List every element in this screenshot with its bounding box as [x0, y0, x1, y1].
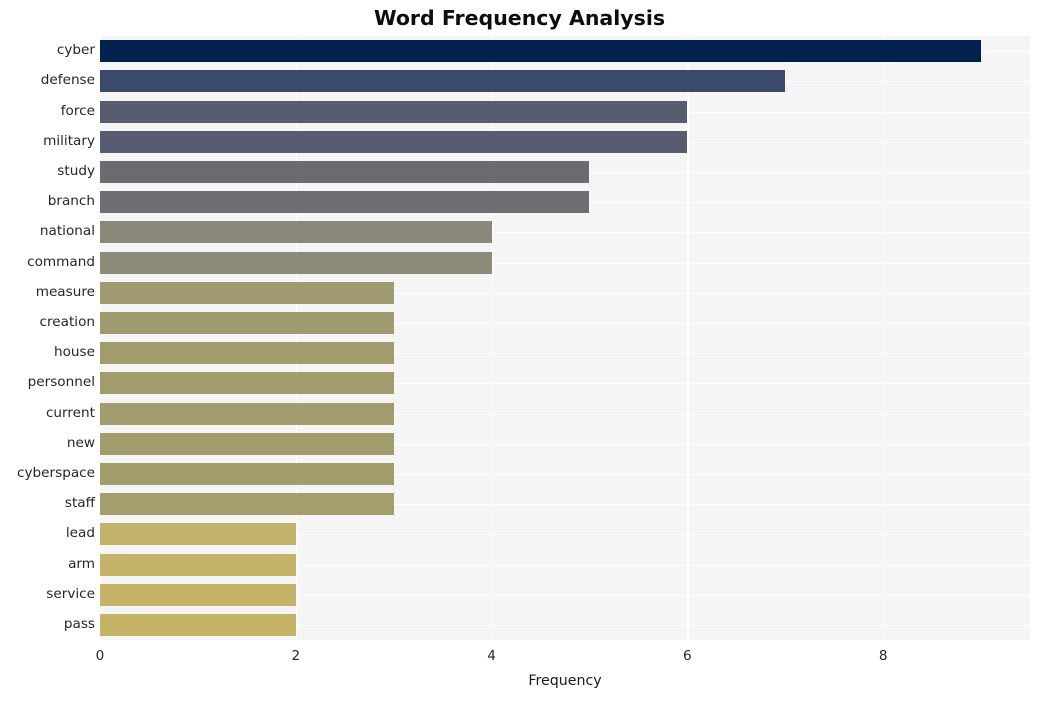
- y-tick-label-house: house: [54, 344, 95, 361]
- bar-house[interactable]: [100, 342, 394, 365]
- bar-creation[interactable]: [100, 311, 394, 334]
- bar-lead[interactable]: [100, 523, 296, 546]
- y-tick-label-creation: creation: [39, 313, 96, 330]
- x-tick-label-4: 4: [487, 648, 496, 664]
- plot-area: [100, 36, 1030, 640]
- chart-title: Word Frequency Analysis: [373, 6, 666, 30]
- y-tick-label-new: new: [66, 434, 95, 451]
- bar-cyber[interactable]: [100, 40, 982, 63]
- gridline-vertical: [100, 36, 102, 640]
- y-tick-label-staff: staff: [64, 495, 95, 512]
- y-tick-label-defense: defense: [40, 72, 95, 89]
- y-tick-label-military: military: [43, 132, 95, 149]
- y-tick-label-national: national: [39, 223, 95, 240]
- bar-current[interactable]: [100, 402, 394, 425]
- y-tick-label-force: force: [60, 102, 95, 119]
- bar-new[interactable]: [100, 432, 394, 455]
- x-axis-tick-labels: 0 2 4 6 8: [0, 648, 1039, 670]
- y-tick-label-study: study: [57, 162, 95, 179]
- y-tick-label-command: command: [27, 253, 95, 270]
- bar-staff[interactable]: [100, 493, 394, 516]
- bar-cyberspace[interactable]: [100, 462, 394, 485]
- bar-arm[interactable]: [100, 553, 296, 576]
- gridline-vertical: [295, 36, 298, 640]
- bar-pass[interactable]: [100, 613, 296, 636]
- bar-branch[interactable]: [100, 191, 590, 214]
- y-tick-label-cyber: cyber: [56, 42, 95, 59]
- bar-national[interactable]: [100, 221, 492, 244]
- y-axis-tick-labels: cyber defense force military study branch nati…: [0, 36, 95, 640]
- bar-measure[interactable]: [100, 281, 394, 304]
- gridline-vertical: [687, 36, 689, 640]
- bar-defense[interactable]: [100, 70, 786, 93]
- y-tick-label-arm: arm: [68, 555, 95, 572]
- chart-figure: Word Frequency Analysis cyber defense forc…: [0, 0, 1039, 701]
- y-tick-label-pass: pass: [63, 615, 95, 632]
- y-tick-label-measure: measure: [35, 283, 95, 300]
- bar-study[interactable]: [100, 160, 590, 183]
- bar-military[interactable]: [100, 130, 688, 153]
- y-tick-label-current: current: [45, 404, 95, 421]
- y-tick-label-cyberspace: cyberspace: [17, 464, 95, 481]
- y-tick-label-service: service: [46, 585, 95, 602]
- x-axis-title: Frequency: [528, 673, 602, 689]
- y-tick-label-personnel: personnel: [27, 374, 95, 391]
- y-tick-label-lead: lead: [65, 525, 95, 542]
- bar-service[interactable]: [100, 583, 296, 606]
- bar-force[interactable]: [100, 100, 688, 123]
- gridline-vertical: [883, 36, 885, 640]
- x-tick-label-2: 2: [291, 648, 301, 664]
- x-tick-label-0: 0: [95, 648, 105, 664]
- y-tick-label-branch: branch: [47, 193, 95, 210]
- bar-personnel[interactable]: [100, 372, 394, 395]
- gridline-vertical: [491, 36, 493, 640]
- x-tick-label-8: 8: [878, 648, 888, 664]
- bar-command[interactable]: [100, 251, 492, 274]
- x-tick-label-6: 6: [683, 648, 692, 664]
